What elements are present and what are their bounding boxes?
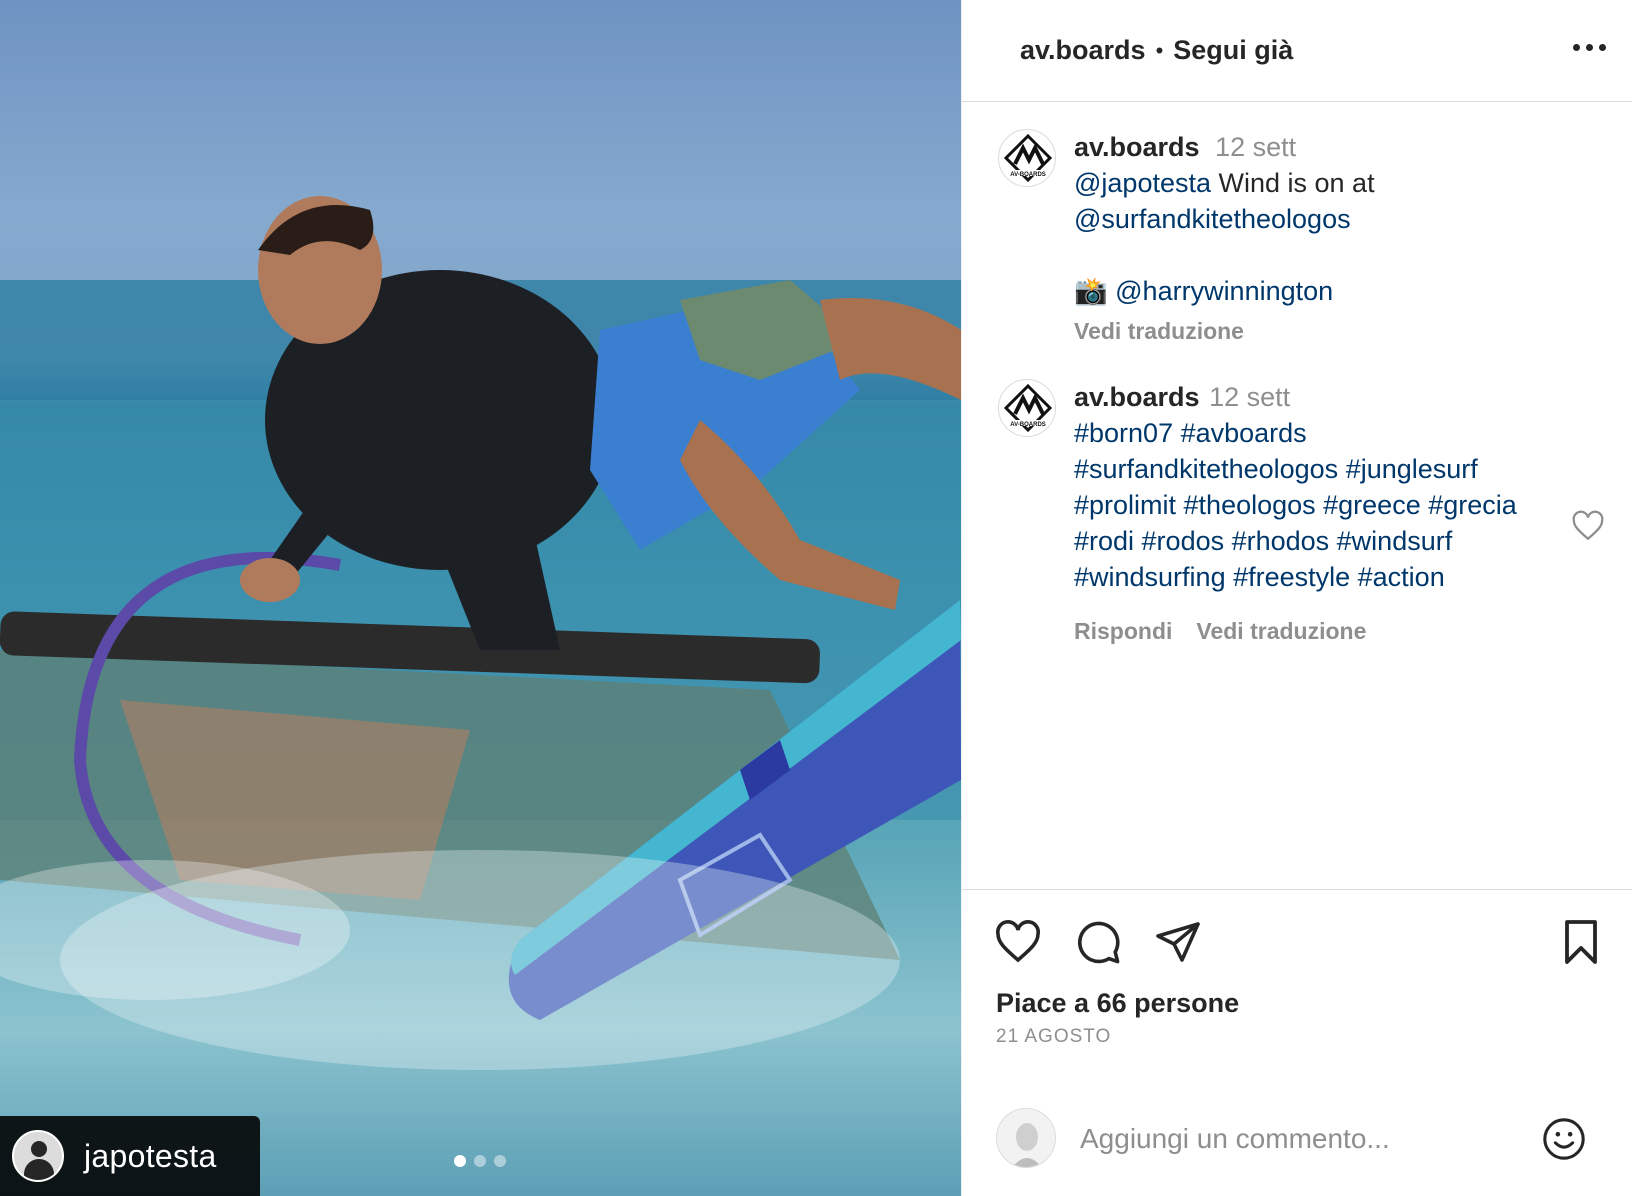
heart-icon[interactable] — [994, 918, 1042, 966]
see-translation-link[interactable]: Vedi traduzione — [1196, 613, 1366, 649]
carousel-dot — [454, 1155, 466, 1167]
post-header: av.boards • Segui già — [962, 0, 1632, 102]
caption-text: Wind is on at — [1211, 168, 1375, 198]
caption-username[interactable]: av.boards — [1074, 132, 1200, 162]
comment-time[interactable]: 12 sett — [1209, 382, 1290, 412]
post-panel: av.boards • Segui già AV-BOARDS av.board… — [961, 0, 1632, 1196]
carousel-dot — [494, 1155, 506, 1167]
add-comment-bar — [962, 1089, 1632, 1196]
tagged-user-chip[interactable]: japotesta — [0, 1116, 260, 1196]
user-icon — [12, 1130, 64, 1182]
comment-username[interactable]: av.boards — [1074, 382, 1200, 412]
emoji-icon[interactable] — [1541, 1116, 1587, 1162]
post-date[interactable]: 21 AGOSTO — [996, 1026, 1111, 1048]
post-actions: Piace a 66 persone 21 AGOSTO — [962, 889, 1632, 1089]
more-horizontal-icon[interactable] — [1573, 44, 1606, 51]
comment-icon[interactable] — [1074, 918, 1122, 966]
reply-button[interactable]: Rispondi — [1074, 613, 1172, 649]
header-separator: • — [1155, 37, 1164, 63]
tagged-username: japotesta — [84, 1137, 217, 1174]
likes-count[interactable]: Piace a 66 persone — [996, 988, 1239, 1019]
mention-link[interactable]: @japotesta — [1074, 168, 1211, 198]
current-user-avatar — [996, 1108, 1056, 1168]
comment-body: av.boards 12 sett #born07 #avboards #sur… — [1074, 379, 1554, 649]
avboards-logo-avatar[interactable]: AV-BOARDS — [998, 129, 1056, 187]
bookmark-icon[interactable] — [1557, 918, 1605, 966]
caption-time[interactable]: 12 sett — [1215, 132, 1296, 162]
svg-text:AV-BOARDS: AV-BOARDS — [1010, 422, 1046, 428]
caption-body: av.boards 12 sett @japotesta Wind is on … — [1074, 129, 1554, 349]
comment-actions: Rispondi Vedi traduzione — [1074, 613, 1554, 649]
svg-text:AV-BOARDS: AV-BOARDS — [1010, 172, 1046, 178]
comment-like-heart-icon[interactable] — [1571, 509, 1605, 543]
share-icon[interactable] — [1154, 918, 1202, 966]
header-username[interactable]: av.boards — [1020, 35, 1146, 66]
carousel-dot — [474, 1155, 486, 1167]
avboards-logo-avatar[interactable]: AV-BOARDS — [998, 379, 1056, 437]
hashtags[interactable]: #born07 #avboards #surfandkitetheologos … — [1074, 415, 1554, 595]
following-button[interactable]: Segui già — [1173, 35, 1293, 66]
windsurf-photo — [0, 196, 961, 1070]
see-translation-link[interactable]: Vedi traduzione — [1074, 313, 1554, 349]
carousel-indicator — [454, 1155, 506, 1167]
mention-link[interactable]: @harrywinnington — [1115, 276, 1333, 306]
post-media[interactable]: japotesta — [0, 0, 961, 1196]
comment-input[interactable] — [1080, 1114, 1480, 1164]
mention-link[interactable]: @surfandkitetheologos — [1074, 204, 1351, 234]
camera-emoji-icon: 📸 — [1074, 276, 1108, 306]
comments-list: AV-BOARDS av.boards 12 sett @japotesta W… — [962, 103, 1632, 889]
